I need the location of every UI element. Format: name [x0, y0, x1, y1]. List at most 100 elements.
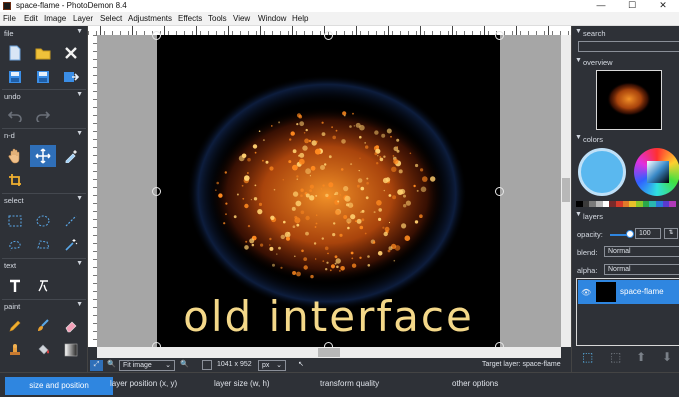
section-header-text[interactable]: text ▼ — [0, 260, 88, 272]
palette-swatch[interactable] — [656, 201, 663, 207]
scroll-thumb[interactable] — [562, 178, 570, 202]
palette-swatch[interactable] — [582, 201, 590, 207]
text-tool-icon[interactable] — [2, 275, 28, 297]
delete-layer-icon[interactable]: ⬚ — [610, 350, 626, 366]
hand-pan-icon[interactable] — [2, 145, 28, 167]
paint-bucket-icon[interactable] — [30, 339, 56, 361]
layer-row[interactable]: 👁 space-flame — [578, 280, 679, 304]
magic-wand-icon[interactable] — [58, 234, 84, 256]
transform-handle[interactable] — [152, 31, 161, 40]
minimize-button[interactable]: — — [586, 0, 616, 12]
panel-header-colors[interactable]: ▼ colors — [572, 134, 679, 145]
visibility-eye-icon[interactable]: 👁 — [581, 288, 591, 297]
palette-swatch[interactable] — [589, 201, 597, 207]
palette-swatch[interactable] — [609, 201, 617, 207]
zoom-select[interactable]: Fit image ⌄ — [119, 360, 175, 371]
menu-window[interactable]: Window — [258, 14, 286, 23]
palette-swatch[interactable] — [669, 201, 677, 207]
canvas-area[interactable]: old interface — [97, 31, 561, 351]
save-icon[interactable] — [2, 66, 28, 88]
overview-thumbnail[interactable] — [596, 70, 662, 130]
section-header-select[interactable]: select ▼ — [0, 195, 88, 207]
opacity-input[interactable]: 100 — [635, 228, 661, 239]
palette-swatch[interactable] — [649, 201, 657, 207]
rect-select-icon[interactable] — [2, 210, 28, 232]
menu-image[interactable]: Image — [44, 14, 66, 23]
opacity-spinner[interactable]: ⇅ — [664, 228, 678, 239]
zoom-in-icon[interactable]: 🔍 — [180, 360, 189, 371]
move-tool-icon[interactable] — [30, 145, 56, 167]
undo-icon[interactable] — [2, 105, 28, 127]
panel-header-search[interactable]: ▼ search — [572, 28, 679, 39]
eyedropper-icon[interactable] — [58, 145, 84, 167]
section-header-file[interactable]: file ▼ — [0, 28, 88, 40]
maximize-button[interactable]: ☐ — [617, 0, 647, 12]
panel-header-overview[interactable]: ▼ overview — [572, 57, 679, 68]
export-icon[interactable] — [58, 66, 84, 88]
eraser-icon[interactable] — [58, 315, 84, 337]
transform-handle[interactable] — [324, 31, 333, 40]
ellipse-select-icon[interactable] — [30, 210, 56, 232]
redo-icon[interactable] — [30, 105, 56, 127]
palette-swatch[interactable] — [596, 201, 603, 207]
gradient-tool-icon[interactable] — [58, 339, 84, 361]
section-header-nd[interactable]: n-d ▼ — [0, 130, 88, 142]
palette-swatch[interactable] — [662, 201, 670, 207]
palette-swatch[interactable] — [616, 201, 623, 207]
paintbrush-icon[interactable] — [30, 315, 56, 337]
clone-stamp-icon[interactable] — [2, 339, 28, 361]
scroll-thumb[interactable] — [318, 348, 340, 357]
image-canvas[interactable]: old interface — [157, 35, 500, 347]
color-wheel[interactable] — [634, 148, 679, 196]
size-and-position-tab[interactable]: size and position — [5, 377, 113, 395]
opacity-slider-thumb[interactable] — [626, 230, 634, 238]
flame-spark — [215, 189, 217, 191]
save-as-icon[interactable] — [30, 66, 56, 88]
horizontal-scrollbar[interactable] — [97, 347, 561, 358]
move-layer-down-icon[interactable]: ⬇ — [662, 350, 678, 366]
zoom-out-icon[interactable]: 🔍 — [107, 360, 116, 371]
section-header-paint[interactable]: paint ▼ — [0, 301, 88, 313]
search-input[interactable] — [578, 41, 679, 52]
add-layer-icon[interactable]: ⬚ — [582, 350, 598, 366]
palette-swatch[interactable] — [642, 201, 650, 207]
palette-swatch[interactable] — [636, 201, 643, 207]
transform-handle[interactable] — [495, 31, 504, 40]
crop-tool-icon[interactable] — [2, 169, 28, 191]
menu-edit[interactable]: Edit — [24, 14, 38, 23]
typography-tool-icon[interactable] — [30, 275, 56, 297]
menu-help[interactable]: Help — [292, 14, 308, 23]
menu-select[interactable]: Select — [100, 14, 122, 23]
color-square[interactable] — [647, 161, 669, 183]
palette-swatch[interactable] — [629, 201, 637, 207]
menu-view[interactable]: View — [233, 14, 250, 23]
line-select-icon[interactable] — [58, 210, 84, 232]
palette-swatch[interactable] — [622, 201, 630, 207]
close-button[interactable]: ✕ — [648, 0, 678, 12]
primary-color-swatch[interactable] — [578, 148, 626, 196]
new-file-icon[interactable] — [2, 42, 28, 64]
transform-handle[interactable] — [495, 187, 504, 196]
section-header-undo[interactable]: undo ▼ — [0, 91, 88, 103]
fit-icon[interactable]: ⤢ — [90, 360, 103, 371]
open-folder-icon[interactable] — [30, 42, 56, 64]
close-image-icon[interactable] — [58, 42, 84, 64]
panel-header-layers[interactable]: ▼ layers — [572, 211, 679, 222]
palette-swatch[interactable] — [576, 201, 583, 207]
menu-tools[interactable]: Tools — [208, 14, 227, 23]
flame-spark — [393, 259, 396, 262]
blend-select[interactable]: Normal — [604, 246, 679, 257]
polygon-select-icon[interactable] — [30, 234, 56, 256]
lasso-select-icon[interactable] — [2, 234, 28, 256]
unit-select[interactable]: px ⌄ — [258, 360, 286, 371]
move-layer-up-icon[interactable]: ⬆ — [636, 350, 652, 366]
palette-swatch[interactable] — [602, 201, 610, 207]
menu-effects[interactable]: Effects — [178, 14, 202, 23]
menu-layer[interactable]: Layer — [73, 14, 93, 23]
menu-file[interactable]: File — [3, 14, 16, 23]
alpha-select[interactable]: Normal — [604, 264, 679, 275]
vertical-scrollbar[interactable] — [561, 35, 571, 347]
pencil-icon[interactable] — [2, 315, 28, 337]
transform-handle[interactable] — [152, 187, 161, 196]
menu-adjustments[interactable]: Adjustments — [128, 14, 172, 23]
